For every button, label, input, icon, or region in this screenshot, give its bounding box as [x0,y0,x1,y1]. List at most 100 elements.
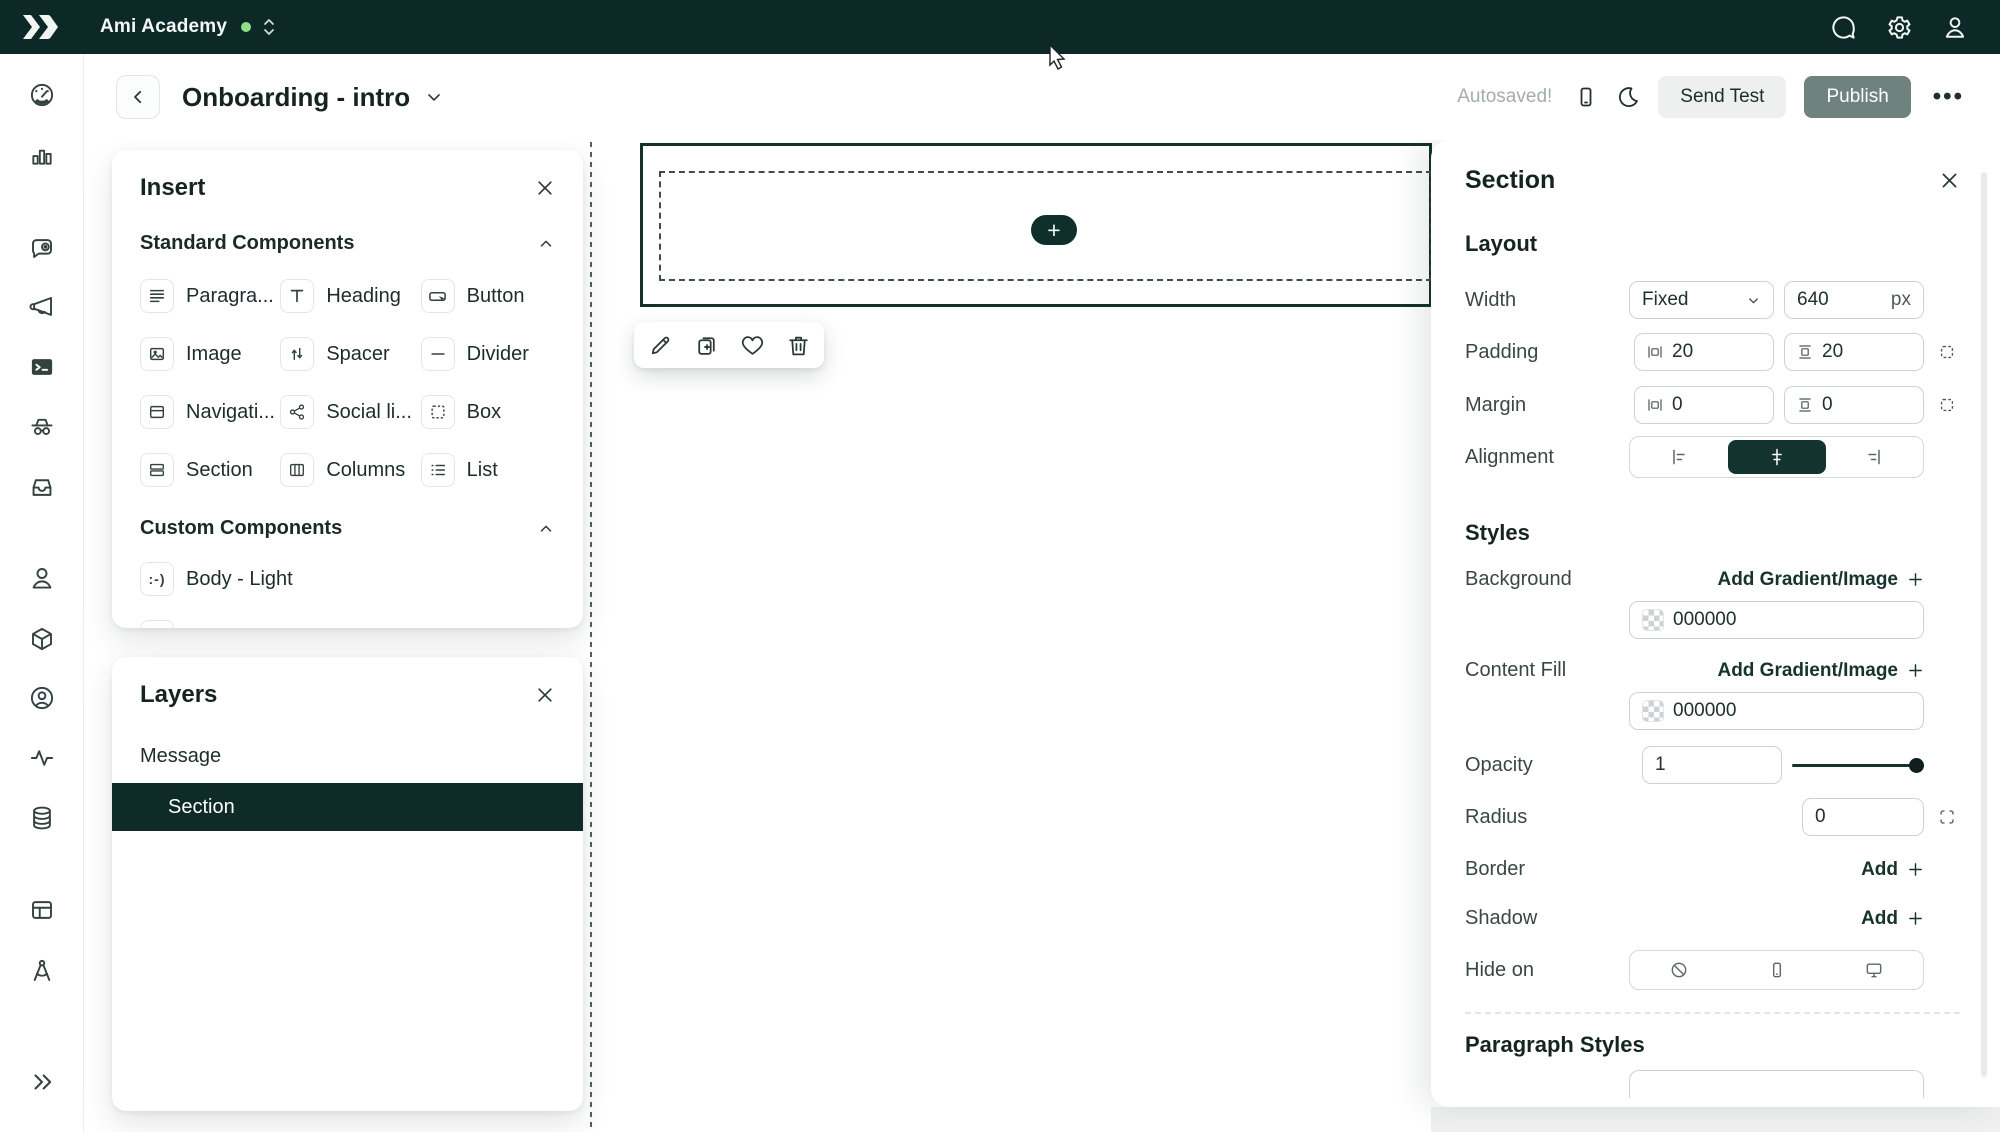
component-button[interactable]: Button [421,279,555,313]
content-fill-color-input[interactable]: 000000 [1629,692,1924,730]
megaphone-icon[interactable] [28,294,55,321]
workspace-switcher[interactable]: Ami Academy [100,16,277,38]
margin-y-input[interactable]: 0 [1784,386,1924,424]
background-color-input[interactable]: 000000 [1629,601,1924,639]
send-test-button[interactable]: Send Test [1658,76,1786,118]
margin-row: Margin 0 0 [1465,386,1960,424]
padding-vertical-icon [1797,344,1813,360]
delete-trash-icon[interactable] [786,333,811,358]
navigation-icon [140,395,174,429]
align-right-button[interactable] [1826,447,1924,467]
shadow-add-link[interactable]: Add [1861,908,1924,930]
document-header: Onboarding - intro Autosaved! Send Test … [84,54,2000,140]
padding-x-input[interactable]: 20 [1634,333,1774,371]
width-mode-select[interactable]: Fixed [1629,281,1774,319]
gear-icon[interactable] [1886,14,1913,41]
component-paragraph[interactable]: Paragra... [140,279,274,313]
align-center-button[interactable] [1728,440,1826,474]
chevrons-right-icon[interactable] [29,1069,55,1095]
radius-input[interactable]: 0 [1802,798,1924,836]
radius-label: Radius [1465,806,1527,829]
component-social-links[interactable]: Social li... [280,395,414,429]
message-media-icon[interactable] [28,235,55,262]
border-add-link[interactable]: Add [1861,859,1924,881]
content-fill-add-gradient-link[interactable]: Add Gradient/Image [1717,660,1924,682]
title-chevron-down-icon[interactable] [424,87,444,107]
insert-close-icon[interactable] [535,178,555,198]
content-fill-label-row: Content Fill Add Gradient/Image [1465,659,1960,682]
database-icon[interactable] [28,805,55,832]
chat-icon[interactable] [1830,14,1857,41]
hide-mobile-button[interactable] [1728,960,1826,980]
opacity-slider[interactable] [1792,757,1924,773]
layers-panel: Layers Message Section [112,657,583,1111]
user-circle-icon[interactable] [28,685,55,712]
slider-knob[interactable] [1909,758,1924,773]
duplicate-icon[interactable] [694,333,719,358]
standard-components-header[interactable]: Standard Components [140,232,555,255]
inspector-scrollbar[interactable] [1981,172,1987,1077]
component-heading[interactable]: Heading [280,279,414,313]
component-list[interactable]: List [421,453,555,487]
user-icon[interactable] [28,565,55,592]
component-box[interactable]: Box [421,395,555,429]
padding-label: Padding [1465,341,1538,364]
align-left-button[interactable] [1630,447,1728,467]
button-icon [421,279,455,313]
add-component-button[interactable]: + [1031,215,1077,245]
padding-y-input[interactable]: 20 [1784,333,1924,371]
paragraph-styles-heading: Paragraph Styles [1465,1032,1960,1058]
margin-x-input[interactable]: 0 [1634,386,1774,424]
inspector-close-icon[interactable] [1939,170,1960,191]
layers-tree: Message Section [112,735,583,831]
image-icon [140,337,174,371]
layer-item-section[interactable]: Section [112,783,583,831]
padding-sides-toggle[interactable] [1934,343,1960,361]
background-color-row: 000000 [1465,601,1960,639]
dark-mode-moon-icon[interactable] [1616,85,1640,109]
component-navigation[interactable]: Navigati... [140,395,274,429]
bar-chart-icon[interactable] [29,142,55,168]
cube-icon[interactable] [28,626,55,653]
compass-icon[interactable] [28,958,55,985]
edit-pencil-icon[interactable] [648,333,673,358]
border-label: Border [1465,858,1525,881]
component-section[interactable]: Section [140,453,274,487]
margin-sides-toggle[interactable] [1934,396,1960,414]
layout-panel-icon[interactable] [28,897,55,924]
opacity-input[interactable]: 1 [1642,746,1782,784]
hide-on-label: Hide on [1465,959,1534,982]
padding-row: Padding 20 20 [1465,333,1960,371]
component-columns[interactable]: Columns [280,453,414,487]
activity-icon[interactable] [28,745,55,772]
width-unit: px [1891,289,1911,311]
topbar-actions [1830,14,1980,41]
favorite-heart-icon[interactable] [740,333,765,358]
custom-component-item-clipped[interactable]: :-| [140,620,555,628]
selected-section[interactable]: + [640,143,1432,307]
inbox-icon[interactable] [28,474,55,501]
hide-none-button[interactable] [1630,960,1728,980]
more-options-button[interactable]: ••• [1929,83,1968,111]
publish-button[interactable]: Publish [1804,76,1910,118]
background-add-gradient-link[interactable]: Add Gradient/Image [1717,569,1924,591]
layers-close-icon[interactable] [535,685,555,705]
spy-icon[interactable] [28,413,55,440]
layer-item-message[interactable]: Message [112,735,583,777]
radius-corners-toggle[interactable] [1934,808,1960,826]
custom-components-header[interactable]: Custom Components [140,517,555,540]
border-row: Border Add [1465,858,1960,881]
gauge-icon[interactable] [28,82,55,109]
back-button[interactable] [116,75,160,119]
user-avatar-icon[interactable] [1942,14,1968,40]
component-image[interactable]: Image [140,337,274,371]
component-spacer[interactable]: Spacer [280,337,414,371]
paragraph-style-control[interactable] [1629,1070,1924,1098]
hide-desktop-button[interactable] [1825,960,1923,980]
component-divider[interactable]: Divider [421,337,555,371]
custom-component-body-light[interactable]: :-) Body - Light [140,562,555,596]
terminal-icon[interactable] [28,354,55,381]
mobile-preview-icon[interactable] [1574,85,1598,109]
plus-icon [1907,571,1924,588]
width-value-input[interactable]: 640 px [1784,281,1924,319]
